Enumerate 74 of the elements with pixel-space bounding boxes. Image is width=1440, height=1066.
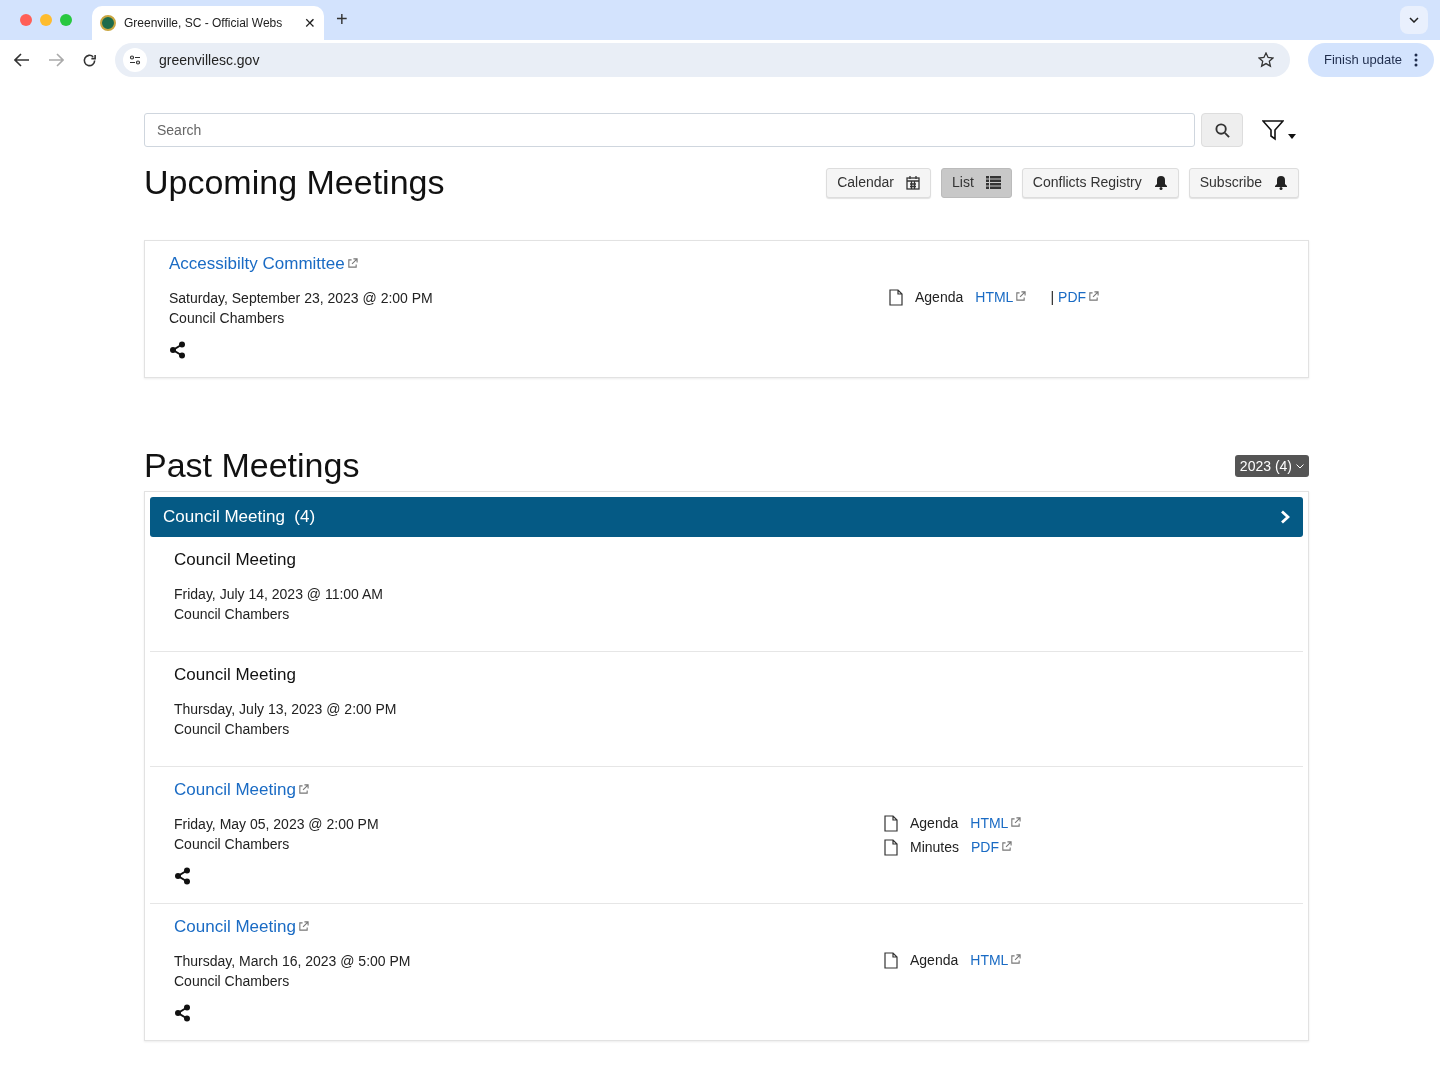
finish-update-button[interactable]: Finish update — [1307, 43, 1434, 77]
document-link[interactable]: HTML — [970, 950, 1022, 971]
meeting-date: Thursday, July 13, 2023 @ 2:00 PM — [174, 700, 397, 719]
meeting-date: Saturday, September 23, 2023 @ 2:00 PM — [169, 289, 433, 308]
search-field[interactable]: Search — [144, 113, 1195, 147]
upcoming-meetings-heading: Upcoming Meetings — [144, 162, 445, 203]
site-settings-icon[interactable] — [123, 48, 147, 72]
document-label: Agenda — [910, 814, 959, 833]
document-label: Agenda — [915, 288, 964, 307]
new-tab-icon[interactable]: + — [336, 4, 348, 34]
reload-icon[interactable] — [82, 52, 97, 68]
document-link[interactable]: PDF — [1058, 287, 1100, 308]
meeting-title: Council Meeting — [174, 664, 296, 686]
calendar-icon — [906, 175, 920, 190]
caret-icon — [1288, 133, 1296, 139]
document-link[interactable]: PDF — [971, 837, 1013, 858]
view-button[interactable]: List — [941, 167, 1012, 198]
external-link-icon — [1088, 291, 1100, 302]
more-icon — [1414, 53, 1418, 67]
meeting-location: Council Chambers — [169, 309, 286, 328]
meeting-location: Council Chambers — [174, 835, 291, 854]
meeting-group-header[interactable]: Council Meeting (4) — [150, 497, 1303, 537]
share-icon[interactable] — [169, 341, 187, 359]
meeting-location: Council Chambers — [174, 720, 291, 739]
meeting-location: Council Chambers — [174, 605, 291, 624]
external-link-icon — [1015, 291, 1027, 302]
document-label: Agenda — [910, 951, 959, 970]
bell-icon — [1274, 175, 1288, 190]
document-icon — [884, 952, 898, 969]
external-link-icon — [1001, 841, 1013, 852]
meeting-location: Council Chambers — [174, 972, 291, 991]
share-icon[interactable] — [174, 867, 192, 885]
site-logo-icon — [100, 15, 116, 31]
document-icon — [884, 839, 898, 856]
chevron-down-icon — [1409, 17, 1419, 23]
tab-list-button[interactable] — [1400, 6, 1428, 34]
meeting-date: Friday, May 05, 2023 @ 2:00 PM — [174, 815, 379, 834]
view-button[interactable]: Subscribe — [1188, 167, 1299, 198]
document-icon — [884, 815, 898, 832]
document-icon — [889, 289, 903, 306]
past-meetings-heading: Past Meetings — [144, 445, 360, 486]
star-icon[interactable] — [1257, 52, 1274, 68]
tab-title: Greenville, SC - Official Webs — [124, 15, 284, 32]
year-dropdown[interactable]: 2023 (4) — [1234, 455, 1309, 477]
meeting-date: Friday, July 14, 2023 @ 11:00 AM — [174, 585, 384, 604]
external-link-icon — [297, 921, 309, 932]
address-bar[interactable]: greenvillesc.gov — [115, 43, 1290, 77]
meeting-title-link[interactable]: Council Meeting — [174, 916, 309, 938]
meeting-title-link[interactable]: Accessibilty Committee — [169, 253, 358, 275]
meeting-title-link[interactable]: Council Meeting — [174, 779, 309, 801]
external-link-icon — [1010, 954, 1022, 965]
chevron-right-icon — [1280, 510, 1290, 524]
external-link-icon — [297, 784, 309, 795]
share-icon[interactable] — [174, 1004, 192, 1022]
filter-icon — [1262, 119, 1284, 141]
view-button[interactable]: Conflicts Registry — [1021, 167, 1179, 198]
close-tab-icon[interactable]: ✕ — [304, 12, 316, 34]
document-link[interactable]: HTML — [970, 813, 1022, 834]
view-button[interactable]: Calendar — [826, 167, 931, 198]
url-text: greenvillesc.gov — [159, 50, 261, 70]
separator: | — [1050, 288, 1055, 307]
browser-tab[interactable]: Greenville, SC - Official Webs ✕ — [92, 6, 324, 40]
search-icon — [1214, 122, 1230, 138]
external-link-icon — [1010, 817, 1022, 828]
list-icon — [985, 176, 1001, 189]
bell-icon — [1153, 175, 1168, 190]
chevron-down-icon — [1296, 463, 1304, 469]
back-arrow-icon[interactable] — [14, 53, 30, 67]
search-button[interactable] — [1201, 113, 1243, 147]
document-label: Minutes — [910, 838, 960, 857]
meeting-date: Thursday, March 16, 2023 @ 5:00 PM — [174, 952, 411, 971]
meeting-title: Council Meeting — [174, 549, 296, 571]
document-link[interactable]: HTML — [975, 287, 1027, 308]
external-link-icon — [346, 258, 358, 269]
